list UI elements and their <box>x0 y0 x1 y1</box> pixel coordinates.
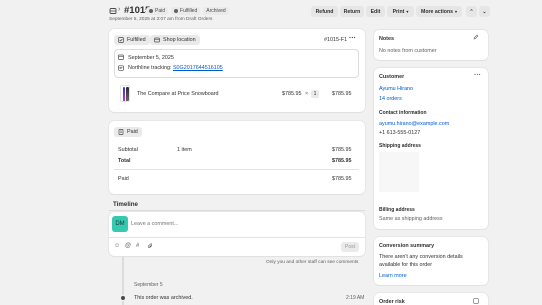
paid-badge: Paid <box>146 6 169 15</box>
archived-badge: Archived <box>203 6 229 15</box>
fulfilled-status-badge: Fulfilled <box>114 34 150 45</box>
product-unit-price: $785.95 <box>282 91 302 97</box>
chevron-down-icon: ▾ <box>454 9 457 14</box>
edit-pencil-icon[interactable] <box>473 34 479 42</box>
customer-email-link[interactable]: ayumu.hirano@example.com <box>379 121 449 127</box>
fulfillment-details-box <box>114 49 359 78</box>
shipping-address-placeholder <box>379 152 419 192</box>
subtotal-value: $785.95 <box>332 147 352 153</box>
notes-body: No notes from customer <box>379 48 437 54</box>
calendar-icon <box>118 54 124 62</box>
customer-title: Customer <box>379 74 405 80</box>
chevron-up-icon: ⌃ <box>469 8 474 15</box>
order-risk-title: Order risk <box>379 299 405 305</box>
tracking-number-link[interactable]: S0G2017644516105 <box>173 65 223 71</box>
edit-button[interactable]: Edit <box>366 6 385 17</box>
staff-comment-note: Only you and other staff can see comment… <box>266 260 359 265</box>
fulfilled-dot-icon <box>174 8 179 13</box>
avatar: DM <box>112 216 128 232</box>
paid-label: Paid <box>118 176 129 182</box>
refund-button[interactable]: Refund <box>311 6 338 17</box>
chevron-down-icon: ⌄ <box>482 8 487 15</box>
breadcrumb-chevron-icon: › <box>118 6 121 13</box>
total-label: Total <box>118 158 131 164</box>
timeline-event-dot-icon <box>119 294 126 301</box>
fulfilled-check-icon <box>118 36 124 43</box>
fulfillment-more-icon[interactable]: ··· <box>349 35 356 42</box>
fulfillment-date: September 5, 2025 <box>128 55 174 61</box>
customer-orders-link[interactable]: 14 orders <box>379 96 402 102</box>
payment-divider <box>114 169 359 170</box>
total-value: $785.95 <box>332 158 352 164</box>
comment-input[interactable] <box>131 219 356 228</box>
contact-info-title: Contact information <box>379 110 427 116</box>
shop-location-button[interactable]: Shop location <box>150 34 200 45</box>
chevron-down-icon: ▾ <box>406 9 409 14</box>
payment-card <box>109 121 365 194</box>
product-quantity: 1 <box>311 90 319 98</box>
timeline-event-text: This order was archived. <box>134 295 193 301</box>
product-line-total: $785.95 <box>332 91 352 97</box>
tracking-info: Northline tracking: S0G2017644516105 <box>128 65 223 71</box>
print-button[interactable]: Print ▾ <box>387 6 414 17</box>
mention-icon[interactable]: @ <box>125 243 131 249</box>
product-thumbnail[interactable] <box>120 85 130 102</box>
billing-address-title: Billing address <box>379 207 415 213</box>
paid-dot-icon <box>149 8 153 13</box>
risk-info-icon[interactable] <box>473 298 479 305</box>
fulfilled-badge: Fulfilled <box>171 6 201 15</box>
conversion-title: Conversion summary <box>379 243 435 249</box>
paid-value: $785.95 <box>332 176 352 182</box>
subtotal-label: Subtotal <box>118 147 138 153</box>
notes-title: Notes <box>379 36 394 42</box>
comment-divider <box>109 237 365 238</box>
product-name-link[interactable]: The Compare at Price Snowboard <box>137 91 219 97</box>
customer-name-link[interactable]: Ayumu Hirano <box>379 86 413 92</box>
timeline-divider <box>109 210 365 211</box>
product-times: × <box>305 91 309 97</box>
customer-phone: +1 613-555-0127 <box>379 130 421 136</box>
orders-icon[interactable] <box>109 7 117 17</box>
status-badges: Paid Fulfilled Archived <box>146 6 232 15</box>
conversion-body: There aren't any conversion details avai… <box>379 254 463 268</box>
next-order-button[interactable]: ⌄ <box>479 6 490 17</box>
attachment-icon[interactable] <box>147 243 153 251</box>
truck-icon <box>118 64 124 73</box>
timeline-date-header: September 5 <box>134 282 163 288</box>
timeline-event-time: 2:19 AM <box>346 295 365 301</box>
subtotal-items: 1 item <box>177 147 192 153</box>
post-button[interactable]: Post <box>341 242 359 252</box>
more-actions-button[interactable]: More actions ▾ <box>416 6 462 17</box>
hashtag-icon[interactable]: # <box>136 243 139 249</box>
timeline-title: Timeline <box>113 201 138 208</box>
return-button[interactable]: Return <box>340 6 364 17</box>
receipt-icon <box>118 128 124 135</box>
previous-order-button[interactable]: ⌃ <box>466 6 477 17</box>
conversion-learn-more-link[interactable]: Learn more <box>379 273 407 279</box>
customer-more-icon[interactable]: ··· <box>474 72 481 79</box>
location-icon <box>154 37 160 43</box>
billing-address-body: Same as shipping address <box>379 216 443 222</box>
shipping-address-title: Shipping address <box>379 143 421 149</box>
emoji-icon[interactable]: ☺ <box>114 243 120 249</box>
tracking-label: Northline tracking: <box>128 65 172 71</box>
order-subtitle: September 5, 2025 at 3:07 am from Draft … <box>109 17 213 22</box>
paid-status-badge: Paid <box>114 126 142 137</box>
fulfillment-id: #1015-F1 <box>324 37 348 43</box>
notes-card <box>374 30 488 60</box>
